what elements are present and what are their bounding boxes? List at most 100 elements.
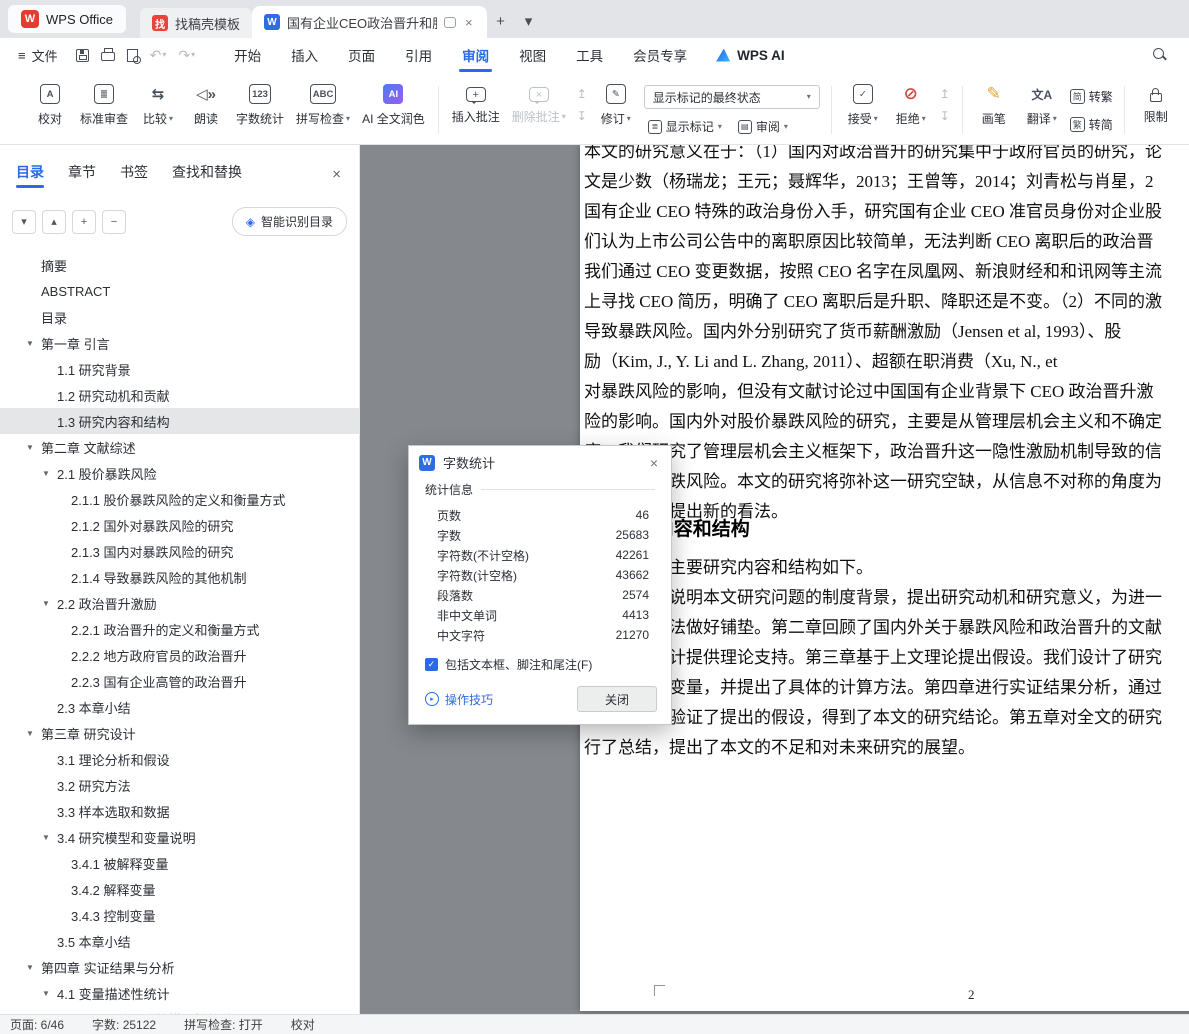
toc-item[interactable]: 2.1.2 国外对暴跌风险的研究 (0, 512, 359, 538)
toc-item[interactable]: ▼ 2.2 政治晋升激励 (0, 590, 359, 616)
toc-item[interactable]: 2.2.2 地方政府官员的政治晋升 (0, 642, 359, 668)
toc-item[interactable]: 2.1.1 股价暴跌风险的定义和衡量方式 (0, 486, 359, 512)
new-tab-button[interactable]: + (489, 9, 513, 33)
file-menu-button[interactable]: ≡ 文件 (10, 38, 66, 72)
insert-comment-button[interactable]: + 插入批注 (446, 76, 506, 129)
toc-item[interactable]: 3.4.3 控制变量 (0, 902, 359, 928)
toc-item[interactable]: ▼ 第二章 文献综述 (0, 434, 359, 460)
toc-item[interactable]: 1.2 研究动机和贡献 (0, 382, 359, 408)
toc-item[interactable]: ▼ 第四章 实证结果与分析 (0, 954, 359, 980)
toc-item[interactable]: 2.1.3 国内对暴跌风险的研究 (0, 538, 359, 564)
toc-item[interactable]: 1.3 研究内容和结构 (0, 408, 359, 434)
close-button[interactable]: 关闭 (577, 686, 657, 712)
toc-item[interactable]: ▼ 2.1 股价暴跌风险 (0, 460, 359, 486)
accept-button[interactable]: ✓ 接受 ▾ (839, 76, 887, 131)
to-traditional-button[interactable]: 简 转繁 (1066, 86, 1117, 107)
save-icon[interactable] (75, 48, 89, 62)
toc-item[interactable]: ▼ 3.4 研究模型和变量说明 (0, 824, 359, 850)
zoom-out-button[interactable]: − (102, 209, 126, 234)
delete-comment-button[interactable]: × 删除批注 ▾ (506, 76, 572, 129)
word-count-button[interactable]: 123 字数统计 (230, 76, 290, 131)
close-sidebar-icon[interactable]: × (332, 166, 341, 183)
smart-toc-button[interactable]: ◈ 智能识别目录 (231, 207, 347, 236)
toc-item[interactable]: 摘要 (0, 252, 359, 278)
collapse-arrow-icon[interactable]: ▼ (26, 729, 41, 738)
review-pane-button[interactable]: ▤ 审阅 ▾ (734, 116, 792, 137)
next-change-button[interactable]: ↧ (935, 108, 955, 124)
close-tab-icon[interactable]: × (463, 15, 475, 30)
status-spell-check[interactable]: 拼写检查: 打开 (184, 1016, 263, 1033)
read-aloud-button[interactable]: ◁» 朗读 (182, 76, 230, 131)
toc-item[interactable]: ▼ 第三章 研究设计 (0, 720, 359, 746)
collapse-all-button[interactable]: ▾ (12, 209, 36, 234)
menu-tab-工具[interactable]: 工具 (561, 38, 618, 72)
toc-item[interactable]: 3.2 研究方法 (0, 772, 359, 798)
next-comment-button[interactable]: ↧ (572, 108, 592, 124)
toc-item[interactable]: 2.1.4 导致暴跌风险的其他机制 (0, 564, 359, 590)
toc-item[interactable]: 3.4.2 解释变量 (0, 876, 359, 902)
sidebar-tab[interactable]: 目录 (16, 162, 44, 188)
undo-button[interactable]: ↶ ▾ (150, 47, 167, 64)
print-preview-icon[interactable] (126, 48, 141, 64)
collapse-arrow-icon[interactable]: ▼ (42, 469, 57, 478)
toc-item[interactable]: 3.1 理论分析和假设 (0, 746, 359, 772)
translate-button[interactable]: 文A 翻译 ▾ (1018, 76, 1066, 131)
prev-change-button[interactable]: ↥ (935, 86, 955, 102)
sidebar-tab[interactable]: 书签 (120, 162, 148, 186)
toc-item[interactable]: 2.2.1 政治晋升的定义和衡量方式 (0, 616, 359, 642)
menu-tab-开始[interactable]: 开始 (219, 38, 276, 72)
collapse-arrow-icon[interactable]: ▼ (42, 833, 57, 842)
tips-link[interactable]: ▸ 操作技巧 (425, 691, 493, 708)
include-footnotes-checkbox[interactable]: ✓ 包括文本框、脚注和尾注(F) (425, 656, 655, 673)
toc-item[interactable]: 3.3 样本选取和数据 (0, 798, 359, 824)
wps-ai-button[interactable]: WPS AI (702, 38, 799, 72)
toc-item[interactable]: ▼ 4.1 变量描述性统计 (0, 980, 359, 1006)
menu-tab-引用[interactable]: 引用 (390, 38, 447, 72)
compare-button[interactable]: ⇆ 比较 ▾ (134, 76, 182, 131)
toc-item[interactable]: 2.3 本章小结 (0, 694, 359, 720)
reject-button[interactable]: ⊘ 拒绝 ▾ (887, 76, 935, 131)
tab-template-doc[interactable]: 找 找稿壳模板 (139, 8, 252, 38)
prev-comment-button[interactable]: ↥ (572, 86, 592, 102)
menu-tab-插入[interactable]: 插入 (276, 38, 333, 72)
toc-item[interactable]: 4.1.1 暴跌风险的描述性统计 (0, 1006, 359, 1015)
menu-tab-审阅[interactable]: 审阅 (447, 38, 504, 72)
redo-button[interactable]: ↷ ▾ (178, 47, 195, 64)
ai-polish-button[interactable]: AI AI 全文润色 (356, 76, 431, 131)
menu-tab-视图[interactable]: 视图 (504, 38, 561, 72)
restrict-edit-button[interactable]: 限制 (1132, 76, 1180, 129)
expand-all-button[interactable]: ▴ (42, 209, 66, 234)
collapse-arrow-icon[interactable]: ▼ (42, 989, 57, 998)
collapse-arrow-icon[interactable]: ▼ (26, 963, 41, 972)
toc-item[interactable]: 3.4.1 被解释变量 (0, 850, 359, 876)
menu-tab-页面[interactable]: 页面 (333, 38, 390, 72)
zoom-in-button[interactable]: + (72, 209, 96, 234)
dialog-titlebar[interactable]: W 字数统计 × (409, 446, 671, 479)
to-simplified-button[interactable]: 繁 转简 (1066, 114, 1117, 135)
tab-list-button[interactable]: ▾ (517, 9, 541, 33)
home-tab[interactable]: W WPS Office (8, 5, 126, 33)
proofread-button[interactable]: A 校对 (26, 76, 74, 131)
sidebar-tab[interactable]: 章节 (68, 162, 96, 186)
pen-button[interactable]: ✎ 画笔 (970, 76, 1018, 131)
toc-item[interactable]: 2.2.3 国有企业高管的政治晋升 (0, 668, 359, 694)
status-proofread[interactable]: 校对 (291, 1016, 315, 1033)
sidebar-tab[interactable]: 查找和替换 (172, 162, 242, 186)
show-markup-button[interactable]: ≣ 显示标记 ▾ (644, 116, 726, 137)
toc-item[interactable]: 1.1 研究背景 (0, 356, 359, 382)
collapse-arrow-icon[interactable]: ▼ (42, 599, 57, 608)
toc-item[interactable]: ABSTRACT (0, 278, 359, 304)
standard-review-button[interactable]: ≣ 标准审查 (74, 76, 134, 131)
toc-item[interactable]: 目录 (0, 304, 359, 330)
toc-item[interactable]: ▼ 第一章 引言 (0, 330, 359, 356)
collapse-arrow-icon[interactable]: ▼ (26, 339, 41, 348)
spell-check-button[interactable]: ABC 拼写检查 ▾ (290, 76, 356, 131)
track-changes-button[interactable]: ✎ 修订 ▾ (592, 76, 640, 131)
tab-current-doc[interactable]: W 国有企业CEO政治晋升和股价 × (251, 6, 487, 38)
print-icon[interactable] (100, 48, 115, 61)
menu-tab-会员专享[interactable]: 会员专享 (618, 38, 702, 72)
search-icon[interactable] (1153, 48, 1167, 62)
collapse-arrow-icon[interactable]: ▼ (26, 443, 41, 452)
close-dialog-icon[interactable]: × (647, 455, 661, 471)
toc-item[interactable]: 3.5 本章小结 (0, 928, 359, 954)
